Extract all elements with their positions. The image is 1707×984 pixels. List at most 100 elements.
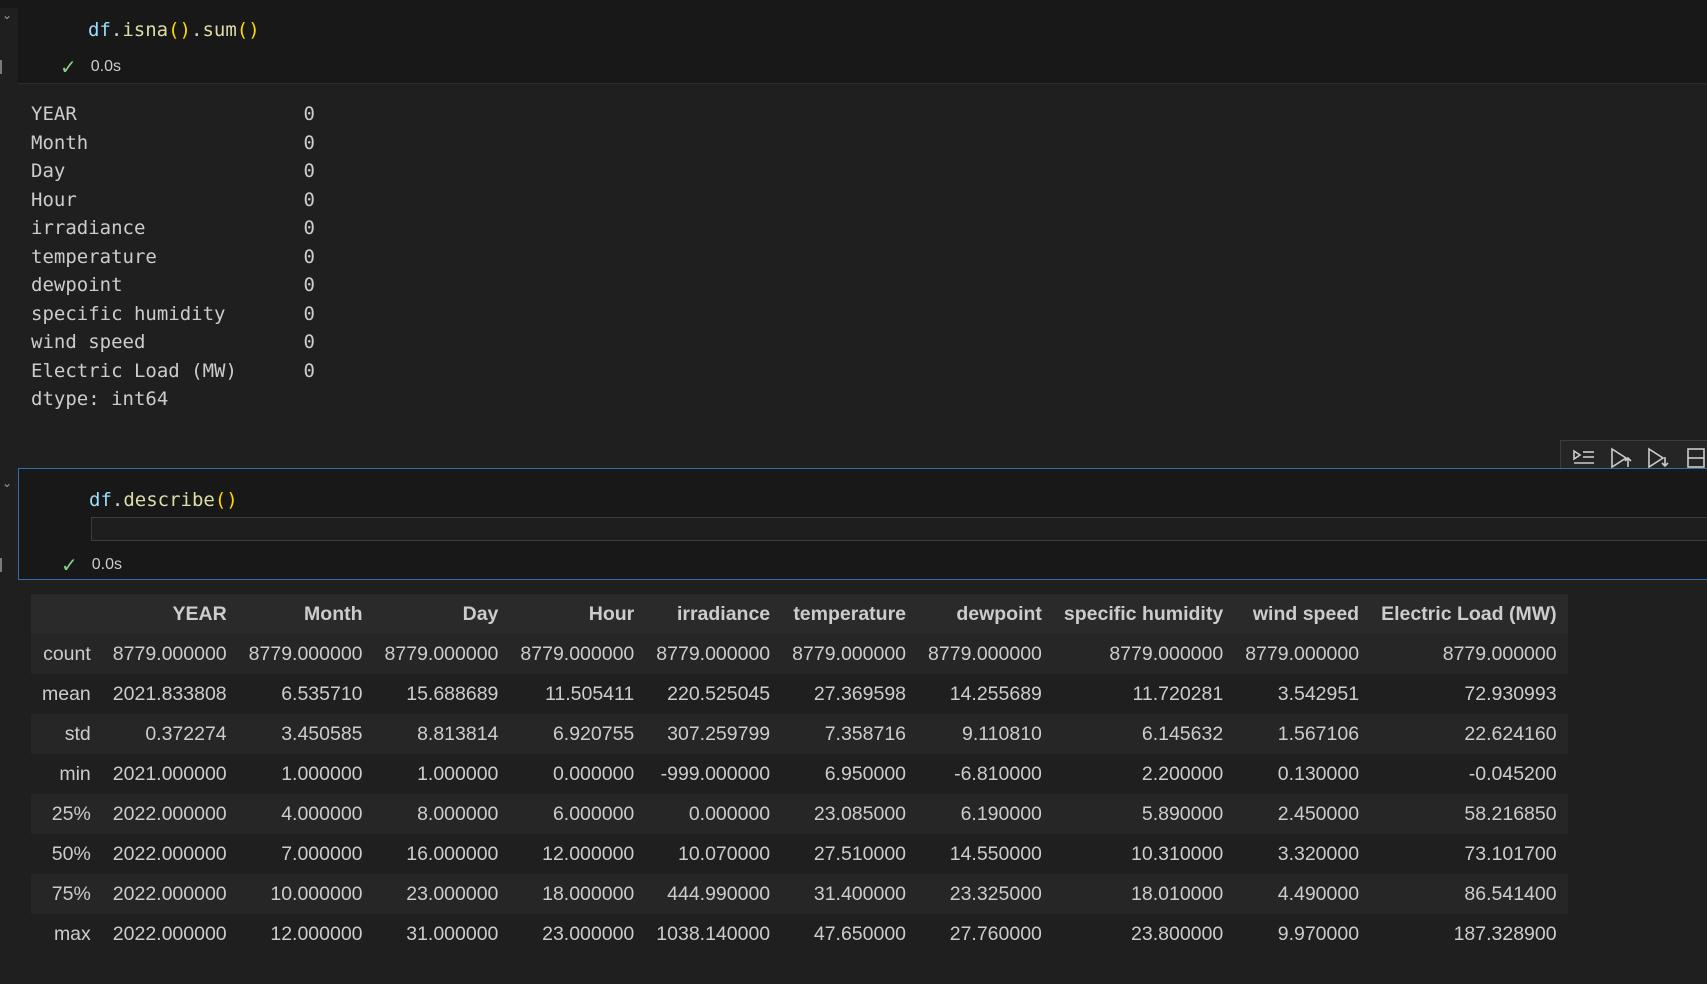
table-cell: 0.130000 xyxy=(1234,754,1371,794)
table-cell: 2.200000 xyxy=(1052,754,1235,794)
column-header: Day xyxy=(373,594,510,634)
code-cell-isna[interactable]: df.isna().sum() ✓ 0.0s xyxy=(18,8,1707,84)
table-cell: 1.567106 xyxy=(1234,714,1371,754)
table-cell: 2.450000 xyxy=(1234,794,1371,834)
column-name: Hour xyxy=(31,188,77,211)
table-cell: 86.541400 xyxy=(1370,874,1568,914)
row-label: 25% xyxy=(31,794,102,834)
table-cell: 4.490000 xyxy=(1234,874,1371,914)
table-cell: 1038.140000 xyxy=(645,914,782,954)
table-cell: 10.310000 xyxy=(1052,834,1235,874)
code-token: () xyxy=(214,489,238,511)
code-token: . xyxy=(110,19,123,41)
table-cell: 23.000000 xyxy=(509,914,646,954)
code-line[interactable]: df.describe() xyxy=(89,489,238,511)
column-name: wind speed xyxy=(31,331,146,353)
table-row: count 8779.000000 8779.000000 8779.000000 87… xyxy=(31,634,1568,674)
table-cell: 27.369598 xyxy=(781,674,918,714)
table-cell: 31.400000 xyxy=(781,874,918,914)
table-cell: 6.145632 xyxy=(1052,714,1235,754)
execution-time: 0.0s xyxy=(90,58,122,75)
table-cell: 23.325000 xyxy=(917,874,1053,914)
table-cell: 8779.000000 xyxy=(509,634,646,674)
cell-gutter-marker xyxy=(0,60,2,74)
dtype-line: dtype: int64 xyxy=(31,388,169,410)
column-header: Month xyxy=(237,594,374,634)
table-cell: 73.101700 xyxy=(1370,834,1568,874)
code-token: df xyxy=(88,19,111,41)
check-icon: ✓ xyxy=(60,55,77,79)
table-cell: 8779.000000 xyxy=(237,634,374,674)
table-cell: -999.000000 xyxy=(645,754,782,794)
table-cell: 6.920755 xyxy=(509,714,646,754)
table-cell: 8779.000000 xyxy=(1370,634,1568,674)
table-row: min 2021.000000 1.000000 1.000000 0.000000 -9… xyxy=(31,754,1568,794)
table-cell: 8.000000 xyxy=(373,794,510,834)
table-row: mean 2021.833808 6.535710 15.688689 11.50541… xyxy=(31,674,1568,714)
row-label: 75% xyxy=(31,874,102,914)
table-cell: 9.970000 xyxy=(1234,914,1371,954)
table-cell: 0.000000 xyxy=(509,754,646,794)
column-name: Day xyxy=(31,160,66,182)
code-token: () xyxy=(236,19,260,41)
table-cell: 14.255689 xyxy=(917,674,1053,714)
column-name: dewpoint xyxy=(31,274,123,296)
column-header: irradiance xyxy=(645,594,782,634)
table-cell: 220.525045 xyxy=(645,674,782,714)
table-cell: 8779.000000 xyxy=(101,634,238,674)
column-header: Electric Load (MW) xyxy=(1370,594,1568,634)
table-cell: -6.810000 xyxy=(917,754,1053,794)
code-cell-describe[interactable]: df.describe() ✓ 0.0s xyxy=(18,468,1707,580)
table-cell: 8779.000000 xyxy=(373,634,510,674)
code-token: df xyxy=(89,489,112,511)
table-cell: 5.890000 xyxy=(1052,794,1235,834)
table-cell: 3.320000 xyxy=(1234,834,1371,874)
table-cell: 27.760000 xyxy=(917,914,1053,954)
row-label: 50% xyxy=(31,834,102,874)
table-cell: 23.800000 xyxy=(1052,914,1235,954)
table-cell: 10.000000 xyxy=(237,874,374,914)
table-cell: 0.372274 xyxy=(101,714,238,754)
table-cell: 12.000000 xyxy=(237,914,374,954)
table-row: 25% 2022.000000 4.000000 8.000000 6.000000 0.… xyxy=(31,794,1568,834)
table-cell: 4.000000 xyxy=(237,794,374,834)
column-name: Month xyxy=(31,131,89,154)
output-line: Day 0 xyxy=(31,157,315,186)
output-line: Electric Load (MW) 0 xyxy=(31,357,315,386)
collapse-chevron-icon[interactable]: ⌄ xyxy=(0,8,14,22)
table-cell: 27.510000 xyxy=(781,834,918,874)
check-icon: ✓ xyxy=(61,553,78,577)
table-cell: 2021.000000 xyxy=(101,754,238,794)
table-cell: 6.190000 xyxy=(917,794,1053,834)
table-cell: 8779.000000 xyxy=(917,634,1053,674)
table-cell: 72.930993 xyxy=(1370,674,1568,714)
column-header: dewpoint xyxy=(917,594,1053,634)
table-row: 75% 2022.000000 10.000000 23.000000 18.00000… xyxy=(31,874,1568,914)
column-header: wind speed xyxy=(1234,594,1371,634)
table-cell: 8779.000000 xyxy=(645,634,782,674)
code-token: isna xyxy=(122,19,169,41)
table-cell: 1.000000 xyxy=(237,754,374,794)
table-cell: 15.688689 xyxy=(373,674,510,714)
table-cell: 2022.000000 xyxy=(101,794,238,834)
column-header xyxy=(31,594,102,634)
column-header: YEAR xyxy=(101,594,238,634)
table-cell: 11.720281 xyxy=(1052,674,1235,714)
table-cell: 3.542951 xyxy=(1234,674,1371,714)
code-editor-line[interactable] xyxy=(91,517,1707,541)
code-token: sum xyxy=(202,19,237,41)
table-row: std 0.372274 3.450585 8.813814 6.920755 307.2… xyxy=(31,714,1568,754)
isna-output: YEAR 0 Month 0 Day 0 Hour 0 irradiance 0 temperatu… xyxy=(31,100,315,414)
collapse-chevron-icon[interactable]: ⌄ xyxy=(0,476,14,490)
row-label: count xyxy=(31,634,102,674)
table-cell: 6.000000 xyxy=(509,794,646,834)
table-cell: 2021.833808 xyxy=(101,674,238,714)
column-name: temperature xyxy=(31,245,157,268)
table-cell: 8779.000000 xyxy=(1052,634,1235,674)
table-cell: 307.259799 xyxy=(645,714,782,754)
table-cell: 8779.000000 xyxy=(781,634,918,674)
output-line: specific humidity 0 xyxy=(31,300,315,329)
code-line[interactable]: df.isna().sum() xyxy=(88,19,260,41)
describe-dataframe-table: YEAR Month Day Hour irradiance temperature dew… xyxy=(31,594,1568,954)
table-cell: 2022.000000 xyxy=(101,834,238,874)
